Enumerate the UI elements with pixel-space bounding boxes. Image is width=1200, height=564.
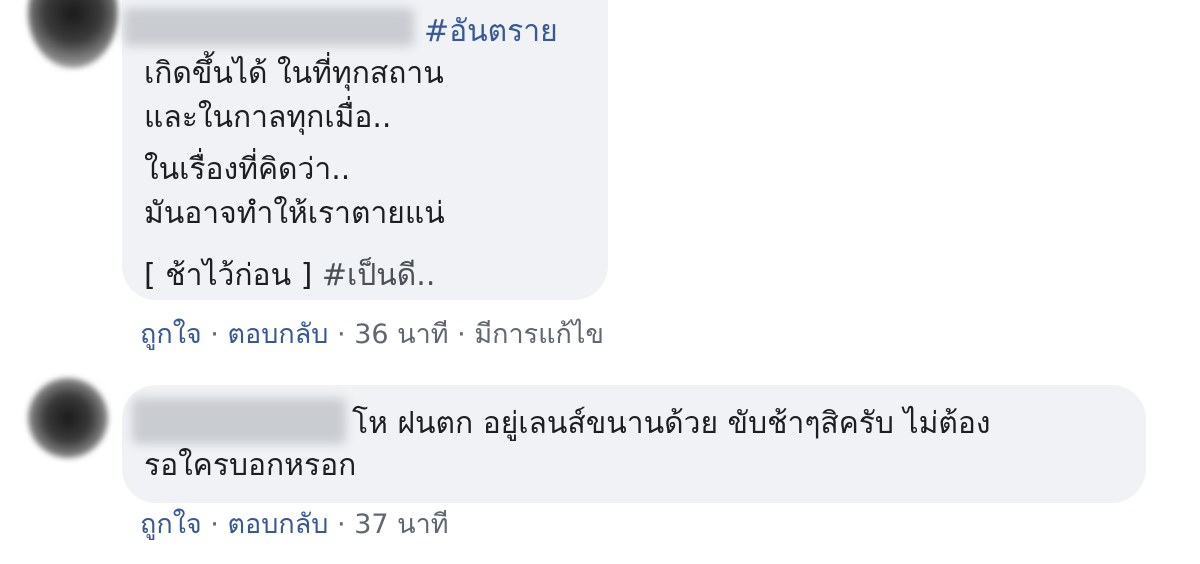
avatar[interactable] [28,0,118,68]
comment-text-line: ในเรื่องที่คิดว่า.. [144,152,351,187]
comment-text-line: มันอาจทำให้เราตายแน่ [144,196,445,231]
commenter-name[interactable] [124,8,414,46]
timestamp[interactable]: 36 นาที [354,319,448,350]
separator: · [337,319,346,350]
comment-text-line: เกิดขึ้นได้ ในที่ทุกสถาน [144,56,444,91]
separator: · [210,509,219,540]
edited-label[interactable]: มีการแก้ไข [474,319,604,350]
avatar[interactable] [28,378,108,458]
comment-text-line: และในกาลทุกเมื่อ.. [144,100,392,135]
reply-button[interactable]: ตอบกลับ [227,509,328,540]
hashtag-link[interactable]: #อันตราย [424,12,558,52]
comment-text-line: [ ช้าไว้ก่อน ] #เป็นดี.. [144,256,435,296]
like-button[interactable]: ถูกใจ [140,319,202,350]
separator: · [337,509,346,540]
timestamp[interactable]: 37 นาที [354,509,448,540]
comment-actions: ถูกใจ · ตอบกลับ · 36 นาที · มีการแก้ไข [140,318,604,352]
commenter-name[interactable] [132,398,346,444]
hashtag-link[interactable]: #เป็นดี.. [322,258,436,293]
reply-button[interactable]: ตอบกลับ [227,319,328,350]
separator: · [210,319,219,350]
comment-text: [ ช้าไว้ก่อน ] [144,258,322,293]
comment-actions: ถูกใจ · ตอบกลับ · 37 นาที [140,508,449,542]
comment-text-line: รอใครบอกหรอก [144,448,357,483]
separator: · [457,319,466,350]
like-button[interactable]: ถูกใจ [140,509,202,540]
comment-text-line: โห ฝนตก อยู่เลนส์ขนานด้วย ขับช้าๆสิครับ … [352,406,991,441]
